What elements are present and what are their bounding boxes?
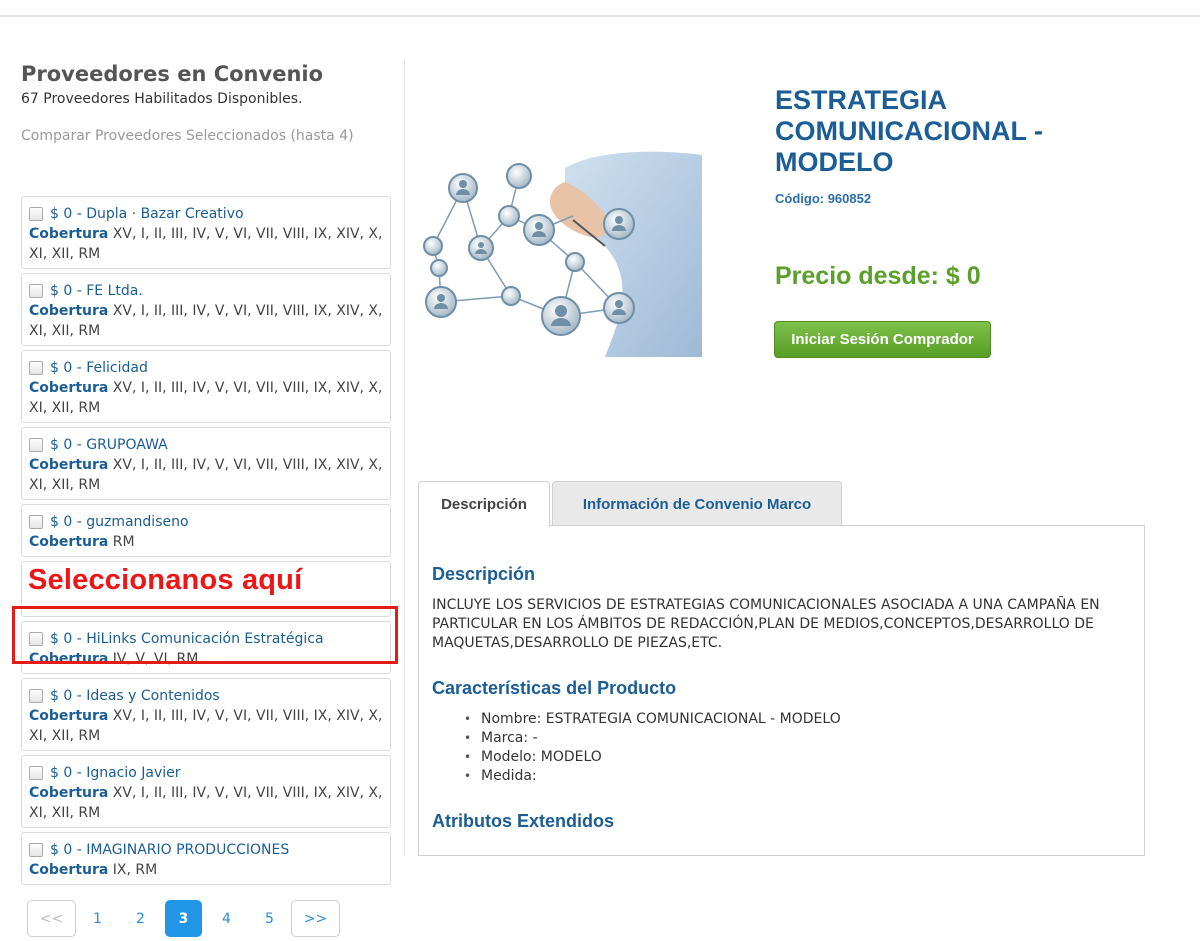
provider-link[interactable]: $ 0 - Felicidad xyxy=(50,358,148,378)
provider-checkbox[interactable] xyxy=(29,766,43,780)
provider-link[interactable]: $ 0 - guzmandiseno xyxy=(50,512,189,532)
compare-providers-link[interactable]: Comparar Proveedores Seleccionados (hast… xyxy=(21,128,354,144)
provider-coverage: Cobertura XV, I, II, III, IV, V, VI, VII… xyxy=(29,226,383,262)
pagination-prev[interactable]: << xyxy=(27,900,76,937)
feature-item: Nombre: ESTRATEGIA COMUNICACIONAL - MODE… xyxy=(464,710,841,729)
product-price: Precio desde: $ 0 xyxy=(775,262,981,290)
provider-link[interactable]: $ 0 - Ignacio Javier xyxy=(50,763,181,783)
description-text: INCLUYE LOS SERVICIOS DE ESTRATEGIAS COM… xyxy=(432,597,1100,651)
provider-link[interactable]: $ 0 - FE Ltda. xyxy=(50,281,143,301)
provider-coverage: Cobertura XV, I, II, III, IV, V, VI, VII… xyxy=(29,708,383,744)
product-code: Código: 960852 xyxy=(775,191,872,206)
provider-checkbox[interactable] xyxy=(29,689,43,703)
features-list: Nombre: ESTRATEGIA COMUNICACIONAL - MODE… xyxy=(464,710,841,786)
extended-attributes-heading: Atributos Extendidos xyxy=(432,811,615,831)
provider-item: $ 0 - Ignacio Javier Cobertura XV, I, II… xyxy=(21,755,391,828)
sidebar-subtitle: 67 Proveedores Habilitados Disponibles. xyxy=(21,91,303,107)
pagination-next[interactable]: >> xyxy=(291,900,340,937)
provider-link[interactable]: $ 0 - GRUPOAWA xyxy=(50,435,168,455)
provider-item: $ 0 - IMAGINARIO PRODUCCIONES Cobertura … xyxy=(21,832,391,885)
provider-coverage: Cobertura IX, RM xyxy=(29,862,158,878)
annotation-label: Seleccionanos aquí xyxy=(28,564,303,596)
provider-link[interactable]: $ 0 - Ideas y Contenidos xyxy=(50,686,220,706)
product-image xyxy=(415,150,702,357)
provider-link[interactable]: $ 0 - Dupla · Bazar Creativo xyxy=(50,204,244,224)
column-divider xyxy=(404,60,405,856)
provider-item: $ 0 - GRUPOAWA Cobertura XV, I, II, III,… xyxy=(21,427,391,500)
pagination-page[interactable]: 1 xyxy=(76,900,119,937)
product-title: ESTRATEGIA COMUNICACIONAL - MODELO xyxy=(775,85,1043,177)
feature-item: Marca: - xyxy=(464,729,841,748)
provider-item: $ 0 - FE Ltda. Cobertura XV, I, II, III,… xyxy=(21,273,391,346)
sidebar-title: Proveedores en Convenio xyxy=(21,62,324,86)
pagination-page[interactable]: 5 xyxy=(248,900,291,937)
provider-coverage: Cobertura XV, I, II, III, IV, V, VI, VII… xyxy=(29,303,383,339)
provider-checkbox[interactable] xyxy=(29,284,43,298)
provider-link[interactable]: $ 0 - IMAGINARIO PRODUCCIONES xyxy=(50,840,289,860)
tab-description[interactable]: Descripción xyxy=(418,481,550,527)
provider-item: $ 0 - Felicidad Cobertura XV, I, II, III… xyxy=(21,350,391,423)
pagination-page[interactable]: 2 xyxy=(119,900,162,937)
provider-checkbox[interactable] xyxy=(29,361,43,375)
description-heading: Descripción xyxy=(432,564,536,584)
pagination-page[interactable]: 4 xyxy=(205,900,248,937)
features-heading: Características del Producto xyxy=(432,678,677,698)
pagination: << 1 2 3 4 5 >> xyxy=(27,900,340,937)
provider-checkbox[interactable] xyxy=(29,207,43,221)
annotation-highlight-box xyxy=(12,606,398,664)
providers-sidebar-header: Proveedores en Convenio 67 Proveedores H… xyxy=(21,60,393,144)
provider-item: $ 0 - guzmandiseno Cobertura RM xyxy=(21,504,391,557)
feature-item: Medida: xyxy=(464,767,841,786)
provider-item: $ 0 - Ideas y Contenidos Cobertura XV, I… xyxy=(21,678,391,751)
provider-coverage: Cobertura XV, I, II, III, IV, V, VI, VII… xyxy=(29,380,383,416)
tab-framework-agreement[interactable]: Información de Convenio Marco xyxy=(552,481,842,526)
login-buyer-button[interactable]: Iniciar Sesión Comprador xyxy=(774,321,991,358)
provider-coverage: Cobertura RM xyxy=(29,534,135,550)
provider-checkbox[interactable] xyxy=(29,438,43,452)
provider-item: $ 0 - Dupla · Bazar Creativo Cobertura X… xyxy=(21,196,391,269)
pagination-page-active[interactable]: 3 xyxy=(165,900,202,937)
provider-coverage: Cobertura XV, I, II, III, IV, V, VI, VII… xyxy=(29,785,383,821)
top-divider xyxy=(0,15,1200,17)
provider-list: $ 0 - Dupla · Bazar Creativo Cobertura X… xyxy=(21,196,391,889)
provider-coverage: Cobertura XV, I, II, III, IV, V, VI, VII… xyxy=(29,457,383,493)
provider-checkbox[interactable] xyxy=(29,843,43,857)
feature-item: Modelo: MODELO xyxy=(464,748,841,767)
provider-checkbox[interactable] xyxy=(29,515,43,529)
